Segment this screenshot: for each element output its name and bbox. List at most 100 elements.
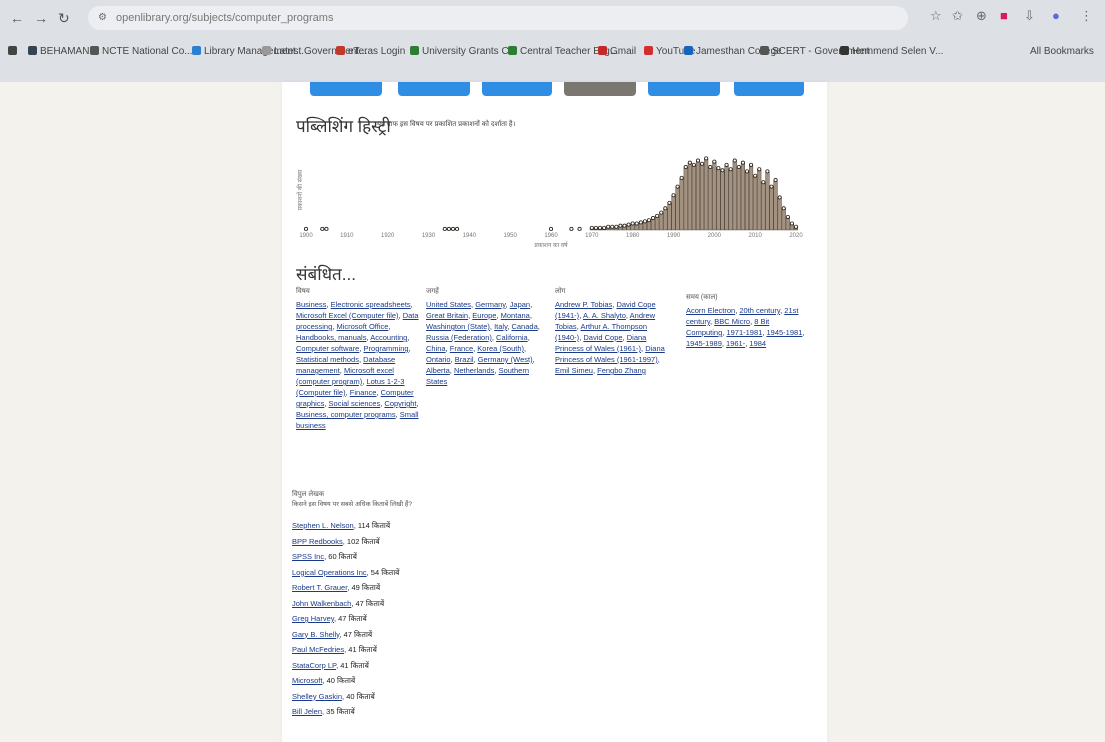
bookmark-item[interactable]: Hemmend Selen V... <box>840 46 943 57</box>
author-link[interactable]: SPSS Inc <box>292 552 324 561</box>
related-link[interactable]: Microsoft Excel (Computer file) <box>296 311 399 320</box>
related-link[interactable]: 1945-1981 <box>767 328 803 337</box>
bookmark-item[interactable]: Gmail <box>598 46 636 57</box>
histogram-bar[interactable] <box>724 164 729 231</box>
related-link[interactable]: Fengbo Zhang <box>597 366 646 375</box>
download-icon[interactable]: ⇩ <box>1024 8 1035 24</box>
histogram-point[interactable] <box>740 160 745 165</box>
histogram-point[interactable] <box>679 175 684 180</box>
histogram-point[interactable] <box>744 169 749 174</box>
histogram-point[interactable] <box>663 206 668 211</box>
related-link[interactable]: China <box>426 344 446 353</box>
histogram-bar[interactable] <box>736 166 741 231</box>
histogram-point[interactable] <box>671 193 676 198</box>
histogram-bar[interactable] <box>769 186 774 231</box>
related-link[interactable]: A. A. Shalyto <box>583 311 626 320</box>
related-link[interactable]: Emil Simeu <box>555 366 593 375</box>
histogram-bar[interactable] <box>761 182 766 231</box>
related-link[interactable]: Germany <box>475 300 505 309</box>
bookmark-item[interactable]: NCTE National Co... <box>90 46 193 57</box>
related-link[interactable]: Russia (Federation) <box>426 333 492 342</box>
histogram-point[interactable] <box>589 225 594 230</box>
histogram-bar[interactable] <box>663 208 668 231</box>
action-button-3[interactable] <box>482 82 552 96</box>
histogram-point[interactable] <box>793 224 798 229</box>
histogram-point[interactable] <box>618 223 623 228</box>
bookmark-star-icon[interactable]: ✩ <box>952 8 963 24</box>
histogram-point[interactable] <box>789 221 794 226</box>
histogram-point[interactable] <box>716 166 721 171</box>
extension-puzzle-icon[interactable]: ⊕ <box>976 8 987 24</box>
histogram-bar[interactable] <box>671 195 676 231</box>
histogram-bar[interactable] <box>740 162 745 231</box>
histogram-point[interactable] <box>651 216 656 221</box>
histogram-point[interactable] <box>577 226 582 231</box>
histogram-bar[interactable] <box>781 208 786 231</box>
histogram-point[interactable] <box>646 218 651 223</box>
histogram-point[interactable] <box>303 226 308 231</box>
histogram-point[interactable] <box>455 226 460 231</box>
histogram-bar[interactable] <box>712 161 717 231</box>
action-button-6[interactable] <box>734 82 804 96</box>
author-link[interactable]: Logical Operations Inc <box>292 568 367 577</box>
related-link[interactable]: Italy <box>494 322 507 331</box>
reload-icon[interactable]: ↻ <box>58 10 70 27</box>
histogram-point[interactable] <box>442 226 447 231</box>
author-link[interactable]: Microsoft <box>292 676 322 685</box>
author-link[interactable]: Bill Jelen <box>292 707 322 716</box>
related-link[interactable]: Korea (South) <box>477 344 524 353</box>
action-button-2[interactable] <box>398 82 470 96</box>
related-link[interactable]: Computer software <box>296 344 359 353</box>
related-link[interactable]: Canada <box>511 322 537 331</box>
histogram-bar[interactable] <box>695 160 701 231</box>
related-link[interactable]: California <box>496 333 528 342</box>
related-link[interactable]: Business, computer programs <box>296 410 396 419</box>
histogram-point[interactable] <box>622 223 627 228</box>
histogram-point[interactable] <box>728 167 733 172</box>
related-link[interactable]: Microsoft Office <box>336 322 388 331</box>
address-bar[interactable]: ⚙ openlibrary.org/subjects/computer_prog… <box>88 6 908 30</box>
histogram-point[interactable] <box>614 224 619 229</box>
histogram-point[interactable] <box>781 206 786 211</box>
menu-kebab-icon[interactable]: ⋮ <box>1080 8 1093 24</box>
profile-avatar-icon[interactable]: ● <box>1052 8 1060 23</box>
related-link[interactable]: Germany (West) <box>478 355 533 364</box>
related-link[interactable]: Washington (State) <box>426 322 490 331</box>
histogram-point[interactable] <box>773 178 778 183</box>
site-info-icon[interactable]: ⚙ <box>98 6 107 30</box>
extension-pink-icon[interactable]: ■ <box>1000 8 1008 23</box>
histogram-point[interactable] <box>765 169 770 174</box>
histogram-point[interactable] <box>769 184 774 189</box>
histogram-point[interactable] <box>626 222 631 227</box>
histogram-bar[interactable] <box>765 171 770 231</box>
histogram-point[interactable] <box>597 225 602 230</box>
related-link[interactable]: Programming <box>364 344 409 353</box>
histogram-bar[interactable] <box>708 166 713 231</box>
histogram-point[interactable] <box>691 162 696 167</box>
related-link[interactable]: 1961- <box>726 339 745 348</box>
histogram-bar[interactable] <box>777 197 782 231</box>
related-link[interactable]: Handbooks, manuals <box>296 333 366 342</box>
author-link[interactable]: Greg Harvey <box>292 614 334 623</box>
forward-icon[interactable]: → <box>34 10 48 26</box>
related-link[interactable]: Great Britain <box>426 311 468 320</box>
histogram-point[interactable] <box>320 226 325 231</box>
histogram-point[interactable] <box>732 158 737 163</box>
histogram-bar[interactable] <box>691 164 696 231</box>
bookmark-item[interactable] <box>8 46 20 57</box>
related-link[interactable]: Social sciences <box>329 399 381 408</box>
bookmark-item[interactable]: eTeras Login <box>336 46 405 57</box>
histogram-point[interactable] <box>610 224 615 229</box>
histogram-point[interactable] <box>749 162 754 167</box>
histogram-point[interactable] <box>450 226 455 231</box>
related-link[interactable]: Ontario <box>426 355 451 364</box>
related-link[interactable]: 1984 <box>749 339 766 348</box>
histogram-point[interactable] <box>642 219 647 224</box>
extension-icon[interactable]: ☆ <box>930 8 942 24</box>
histogram-point[interactable] <box>712 159 717 164</box>
histogram-point[interactable] <box>777 195 782 200</box>
bookmark-item[interactable]: University Grants C... <box>410 46 517 57</box>
histogram-bar[interactable] <box>704 158 709 231</box>
author-link[interactable]: Robert T. Grauer <box>292 583 347 592</box>
histogram-bar[interactable] <box>679 177 684 231</box>
